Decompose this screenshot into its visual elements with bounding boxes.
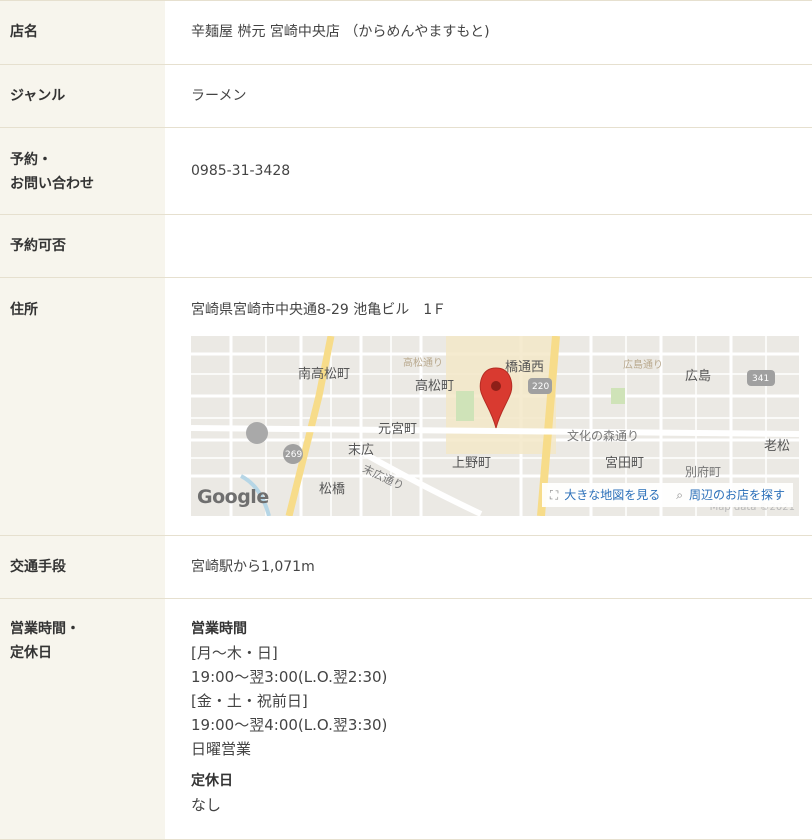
- value-genre: ラーメン: [191, 88, 247, 104]
- row-transport: 交通手段 宮崎駅から1,071m: [0, 536, 812, 599]
- label-transport: 交通手段: [0, 536, 165, 598]
- map-label-oimatsu: 老松: [764, 439, 791, 454]
- nearby-link-label: 周辺のお店を探す: [688, 488, 785, 502]
- route-341-label: 341: [752, 374, 770, 384]
- map-label-takamatsu-dori: 高松通り: [403, 358, 443, 369]
- map-label-hashidori-nishi: 橋通西: [505, 360, 545, 375]
- value-transport: 宮崎駅から1,071m: [191, 559, 315, 575]
- label-reservable: 予約可否: [0, 215, 165, 277]
- hours-title: 営業時間: [191, 621, 247, 637]
- map-label-suehiro: 末広: [348, 443, 375, 458]
- map-label-matsuhashi: 松橋: [319, 482, 346, 497]
- hours-line: [月～木・日]: [191, 644, 278, 662]
- store-info-table: 店名 辛麺屋 桝元 宮崎中央店 （からめんやますもと) ジャンル ラーメン 予約…: [0, 0, 812, 840]
- hours-line: 19:00～翌3:00(L.O.翌2:30): [191, 668, 388, 686]
- map-label-takamatsu: 高松町: [415, 379, 455, 394]
- route-269-label: 269: [285, 450, 303, 460]
- expand-icon: ⛶: [549, 488, 559, 502]
- bigmap-link-label: 大きな地図を見る: [564, 488, 661, 502]
- row-reservable: 予約可否: [0, 215, 812, 278]
- label-reservation-line1: 予約・: [10, 152, 52, 168]
- label-reservation-line2: お問い合わせ: [10, 176, 94, 192]
- address-cell: 宮崎県宮崎市中央通8-29 池亀ビル 1Ｆ 高松通り 広島通り 南高松町 高松町…: [165, 278, 812, 535]
- hours-line: 日曜営業: [191, 740, 252, 758]
- map-label-kamino: 上野町: [452, 456, 492, 471]
- map-label-minami-takamatsu: 南高松町: [298, 367, 351, 382]
- map-label-hiroshima: 広島: [685, 369, 712, 384]
- route-220-label: 220: [532, 382, 550, 392]
- row-reservation: 予約・ お問い合わせ 0985-31-3428: [0, 128, 812, 215]
- row-address: 住所 宮崎県宮崎市中央通8-29 池亀ビル 1Ｆ 高松通り 広島通り 南高松町 …: [0, 278, 812, 536]
- label-genre: ジャンル: [0, 65, 165, 127]
- map-label-hiroshima-dori: 広島通り: [623, 360, 663, 371]
- map-label-bunka: 文化の森通り: [567, 429, 640, 443]
- row-hours: 営業時間・ 定休日 営業時間 [月～木・日] 19:00～翌3:00(L.O.翌…: [0, 599, 812, 840]
- hours-line: 19:00～翌4:00(L.O.翌3:30): [191, 716, 388, 734]
- map-label-miyata: 宮田町: [605, 456, 645, 471]
- row-genre: ジャンル ラーメン: [0, 65, 812, 128]
- map-label-betsufu: 別府町: [685, 465, 722, 479]
- label-reservation: 予約・ お問い合わせ: [0, 128, 165, 214]
- value-address: 宮崎県宮崎市中央通8-29 池亀ビル 1Ｆ: [191, 302, 447, 318]
- bigmap-link[interactable]: ⛶ 大きな地図を見る: [550, 483, 660, 507]
- closed-title: 定休日: [191, 773, 233, 789]
- hours-cell: 営業時間 [月～木・日] 19:00～翌3:00(L.O.翌2:30) [金・土…: [165, 599, 812, 839]
- row-store-name: 店名 辛麺屋 桝元 宮崎中央店 （からめんやますもと): [0, 1, 812, 65]
- hours-line: [金・土・祝前日]: [191, 692, 308, 710]
- google-logo: Google: [197, 486, 269, 508]
- value-reservable: [165, 215, 812, 277]
- nearby-link[interactable]: ⌕ 周辺のお店を探す: [676, 483, 785, 507]
- map-label-motomiya: 元宮町: [378, 422, 418, 437]
- search-icon: ⌕: [676, 488, 683, 502]
- closed-value: なし: [191, 796, 222, 814]
- map[interactable]: 高松通り 広島通り 南高松町 高松町 橋通西 広島 元宮町 末広 上野町 文化の…: [191, 336, 799, 516]
- map-action-bar: ⛶ 大きな地図を見る ⌕ 周辺のお店を探す: [541, 483, 793, 507]
- label-hours-line2: 定休日: [10, 645, 52, 661]
- label-hours-line1: 営業時間・: [10, 621, 80, 637]
- label-store-name: 店名: [0, 1, 165, 64]
- label-hours: 営業時間・ 定休日: [0, 599, 165, 839]
- value-store-name: 辛麺屋 桝元 宮崎中央店 （からめんやますもと): [191, 24, 490, 40]
- label-address: 住所: [0, 278, 165, 535]
- value-phone: 0985-31-3428: [191, 163, 291, 179]
